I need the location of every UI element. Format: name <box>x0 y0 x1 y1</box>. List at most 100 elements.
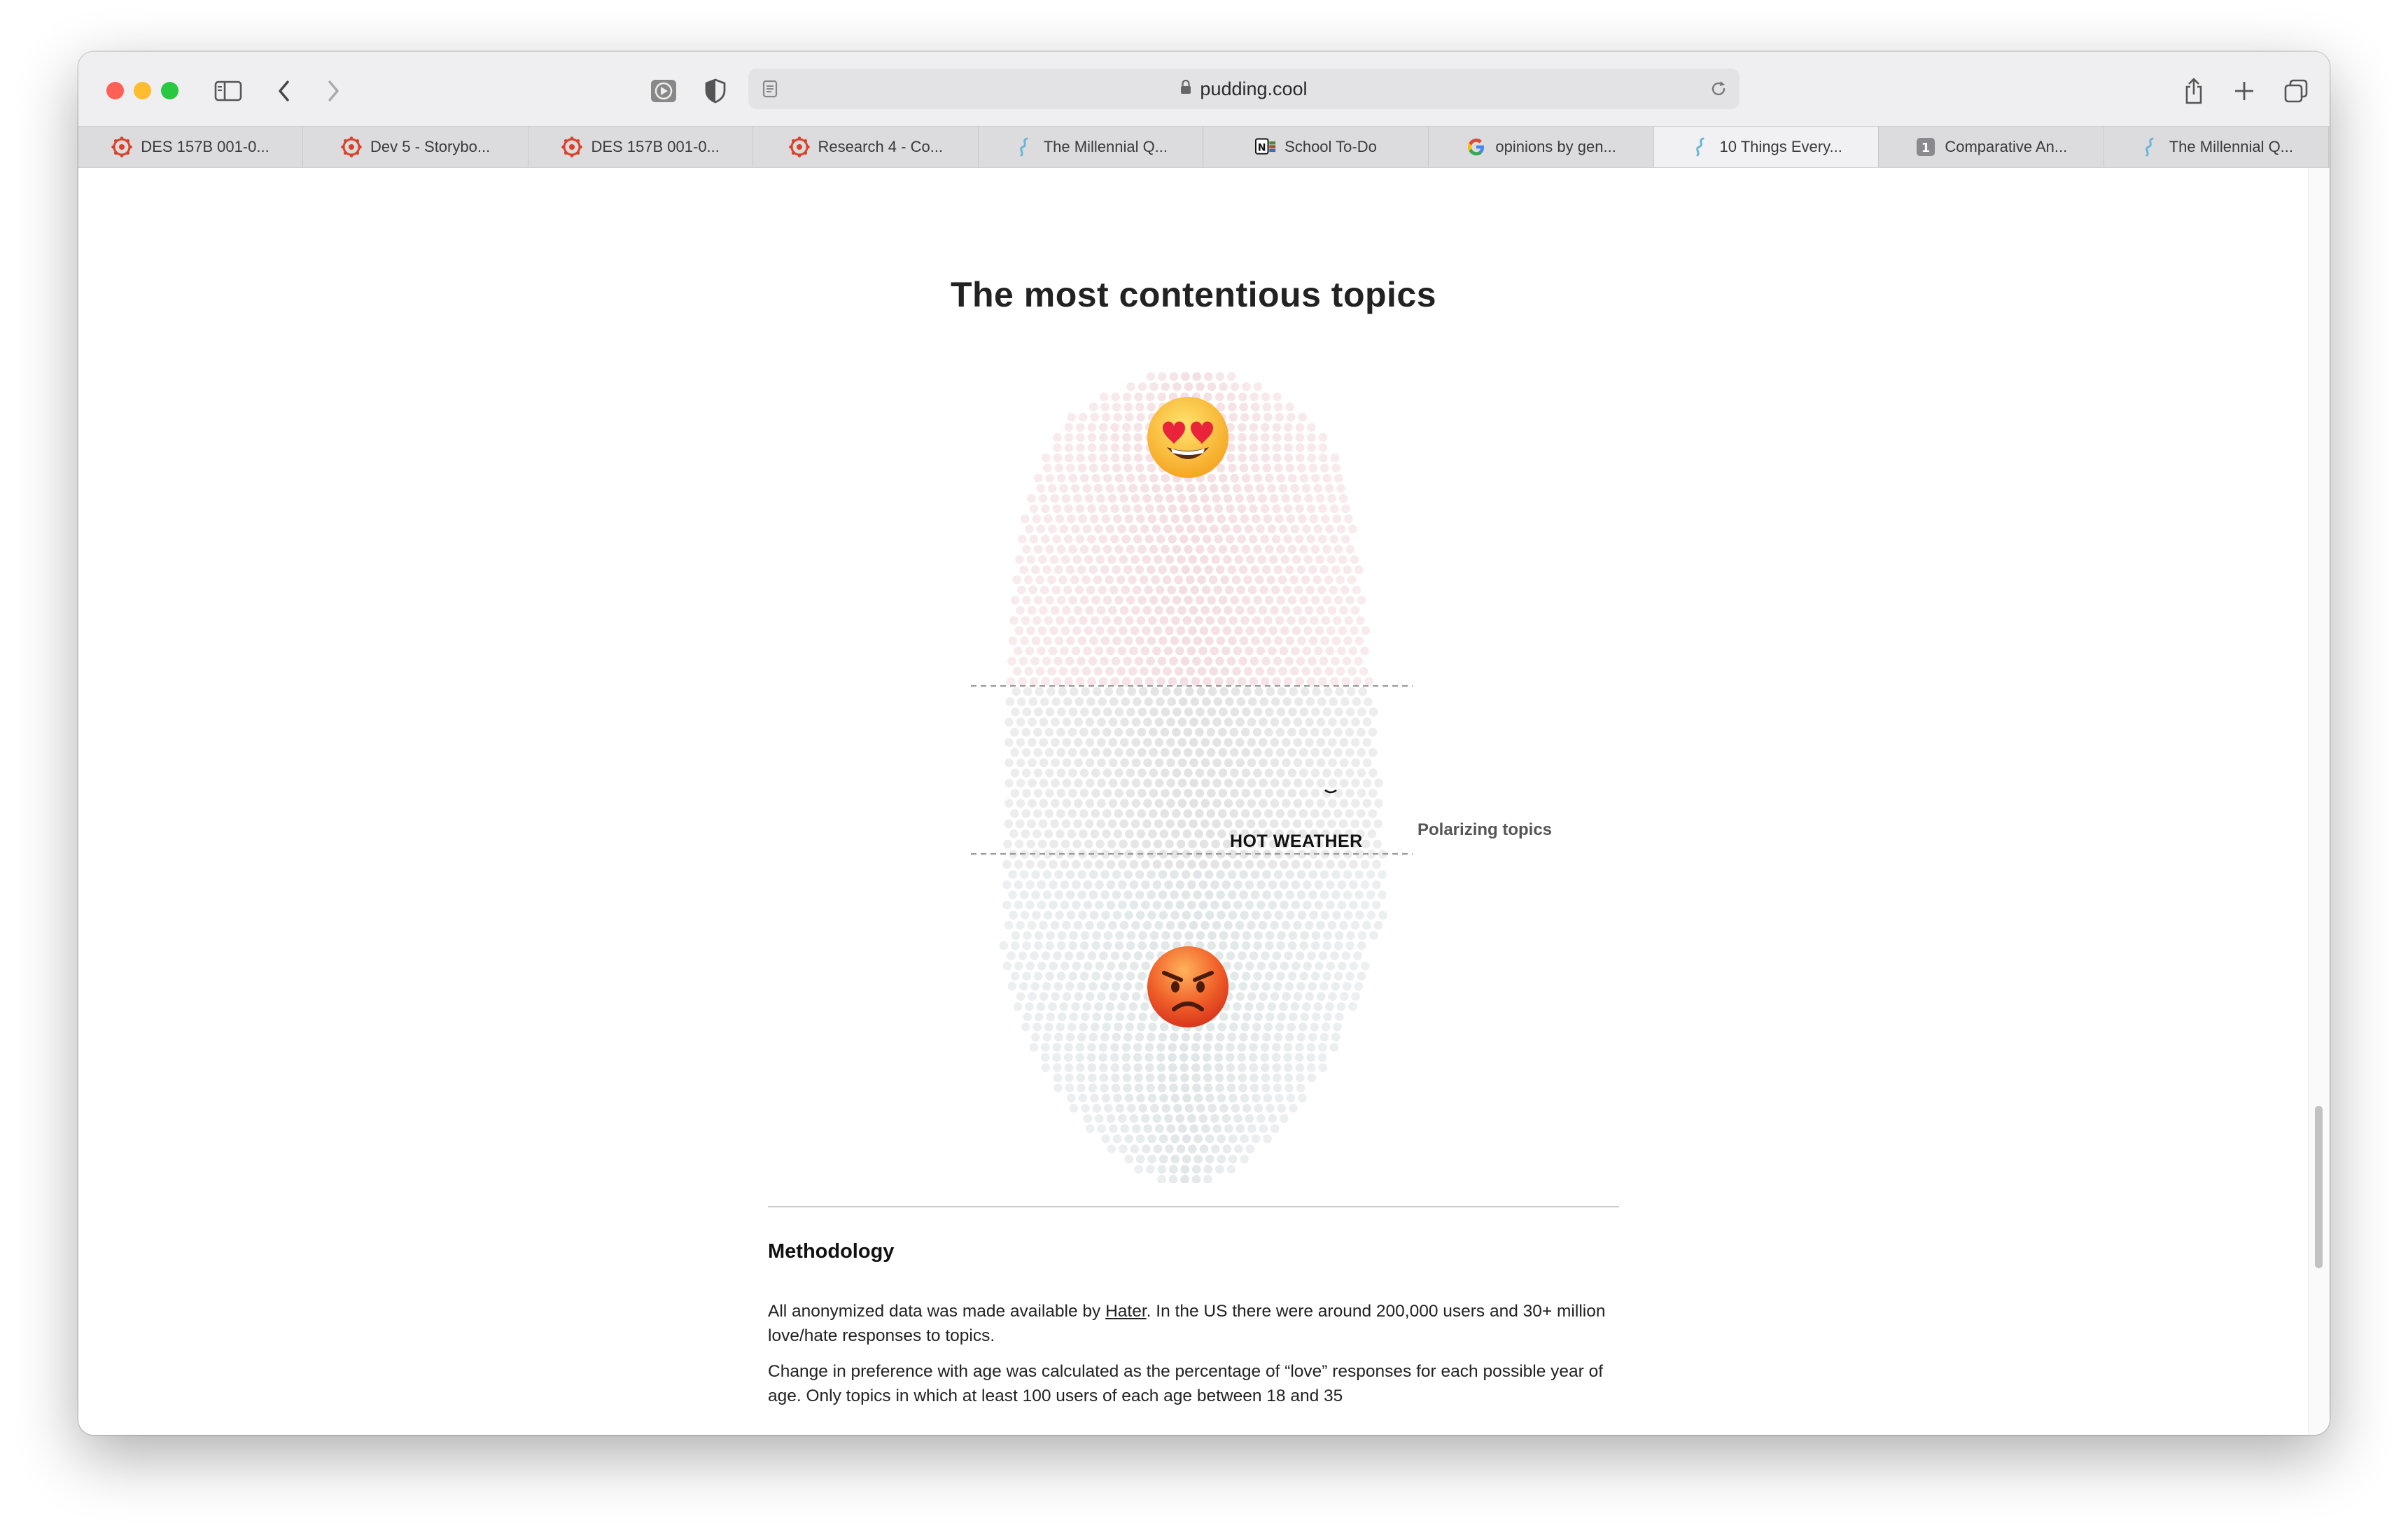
topic-dot[interactable] <box>1303 626 1312 636</box>
topic-dot[interactable] <box>1284 443 1293 452</box>
topic-dot[interactable] <box>1368 727 1378 737</box>
topic-dot[interactable] <box>1059 484 1068 493</box>
topic-dot[interactable] <box>1231 687 1240 696</box>
topic-dot[interactable] <box>1070 484 1080 493</box>
topic-dot[interactable] <box>1131 799 1141 808</box>
topic-dot[interactable] <box>1212 819 1221 829</box>
topic-dot[interactable] <box>1233 961 1243 971</box>
topic-dot[interactable] <box>1210 880 1219 890</box>
topic-dot[interactable] <box>1031 870 1040 879</box>
topic-dot[interactable] <box>1199 626 1209 636</box>
topic-dot[interactable] <box>1318 453 1328 463</box>
topic-dot[interactable] <box>1307 1073 1317 1083</box>
topic-dot[interactable] <box>1218 748 1227 757</box>
topic-dot[interactable] <box>1038 555 1047 564</box>
topic-dot[interactable] <box>1120 1124 1130 1133</box>
topic-dot[interactable] <box>1179 697 1188 706</box>
topic-dot[interactable] <box>1075 677 1085 686</box>
topic-dot[interactable] <box>1282 758 1291 768</box>
topic-dot[interactable] <box>1084 626 1093 636</box>
topic-dot[interactable] <box>1087 453 1097 463</box>
topic-dot[interactable] <box>1272 443 1282 452</box>
topic-dot[interactable] <box>1090 1023 1100 1032</box>
topic-dot[interactable] <box>1138 596 1147 605</box>
topic-dot[interactable] <box>1168 535 1177 544</box>
topic-dot[interactable] <box>1339 778 1349 788</box>
topic-dot[interactable] <box>1046 575 1056 584</box>
topic-dot[interactable] <box>1056 727 1065 737</box>
topic-dot[interactable] <box>1305 738 1314 747</box>
topic-dot[interactable] <box>1014 839 1024 849</box>
topic-dot[interactable] <box>1107 1144 1116 1153</box>
topic-dot[interactable] <box>1215 1083 1224 1093</box>
topic-dot[interactable] <box>1026 900 1035 910</box>
topic-dot[interactable] <box>1262 1032 1271 1042</box>
topic-dot[interactable] <box>1246 493 1256 503</box>
topic-dot[interactable] <box>1198 1114 1208 1123</box>
topic-dot[interactable] <box>1343 890 1352 899</box>
topic-dot[interactable] <box>1296 890 1306 899</box>
topic-dot[interactable] <box>1062 799 1072 808</box>
topic-dot[interactable] <box>1241 971 1251 981</box>
topic-dot[interactable] <box>1205 1154 1214 1164</box>
topic-dot[interactable] <box>1326 900 1335 910</box>
topic-dot[interactable] <box>1161 687 1171 696</box>
topic-dot[interactable] <box>1306 677 1316 686</box>
topic-dot[interactable] <box>1357 768 1366 778</box>
topic-dot[interactable] <box>1234 1144 1243 1153</box>
topic-dot[interactable] <box>1282 778 1291 788</box>
topic-dot[interactable] <box>1110 443 1120 452</box>
topic-dot[interactable] <box>1010 809 1019 818</box>
topic-dot[interactable] <box>1133 1053 1142 1062</box>
topic-dot[interactable] <box>1079 768 1089 778</box>
topic-dot[interactable] <box>1304 819 1313 829</box>
topic-dot[interactable] <box>1350 605 1360 615</box>
topic-dot[interactable] <box>1021 616 1030 625</box>
topic-dot[interactable] <box>1290 524 1300 534</box>
topic-dot[interactable] <box>1125 1023 1134 1032</box>
topic-dot[interactable] <box>1100 636 1110 645</box>
topic-dot[interactable] <box>1177 799 1187 808</box>
topic-dot[interactable] <box>1119 555 1128 564</box>
topic-dot[interactable] <box>1068 789 1077 798</box>
topic-dot[interactable] <box>1056 789 1066 798</box>
topic-dot[interactable] <box>1157 1083 1167 1093</box>
topic-dot[interactable] <box>1113 1023 1123 1032</box>
topic-dot[interactable] <box>1073 493 1082 503</box>
topic-dot[interactable] <box>1264 789 1274 798</box>
topic-dot[interactable] <box>1261 1083 1270 1093</box>
topic-dot[interactable] <box>1320 981 1329 991</box>
topic-dot[interactable] <box>1331 981 1340 991</box>
topic-dot[interactable] <box>1114 809 1124 818</box>
topic-dot[interactable] <box>1194 616 1203 625</box>
topic-dot[interactable] <box>1251 911 1261 920</box>
topic-dot[interactable] <box>1287 971 1297 981</box>
topic-dot[interactable] <box>1169 372 1179 381</box>
topic-dot[interactable] <box>1136 616 1146 625</box>
topic-dot[interactable] <box>1273 402 1283 412</box>
topic-dot[interactable] <box>1222 880 1231 890</box>
topic-dot[interactable] <box>1131 758 1141 768</box>
topic-dot[interactable] <box>1066 463 1075 472</box>
topic-dot[interactable] <box>1321 514 1330 524</box>
topic-dot[interactable] <box>1023 1012 1032 1022</box>
topic-dot[interactable] <box>1332 911 1341 920</box>
topic-dot[interactable] <box>1106 859 1116 869</box>
topic-dot[interactable] <box>1039 738 1049 747</box>
topic-dot[interactable] <box>1266 666 1276 676</box>
topic-dot[interactable] <box>1192 372 1202 381</box>
topic-dot[interactable] <box>1071 646 1081 656</box>
topic-dot[interactable] <box>1206 727 1216 737</box>
topic-dot[interactable] <box>1115 1012 1124 1022</box>
topic-dot[interactable] <box>1166 819 1175 829</box>
topic-dot[interactable] <box>1208 931 1217 940</box>
topic-dot[interactable] <box>1098 535 1107 544</box>
topic-dot[interactable] <box>1012 666 1022 676</box>
topic-dot[interactable] <box>1284 1063 1293 1072</box>
topic-dot[interactable] <box>1018 951 1028 960</box>
topic-dot[interactable] <box>1065 870 1075 879</box>
topic-dot[interactable] <box>1283 535 1292 544</box>
topic-dot[interactable] <box>1212 920 1222 930</box>
topic-dot[interactable] <box>1247 738 1256 747</box>
topic-dot[interactable] <box>1350 626 1359 636</box>
